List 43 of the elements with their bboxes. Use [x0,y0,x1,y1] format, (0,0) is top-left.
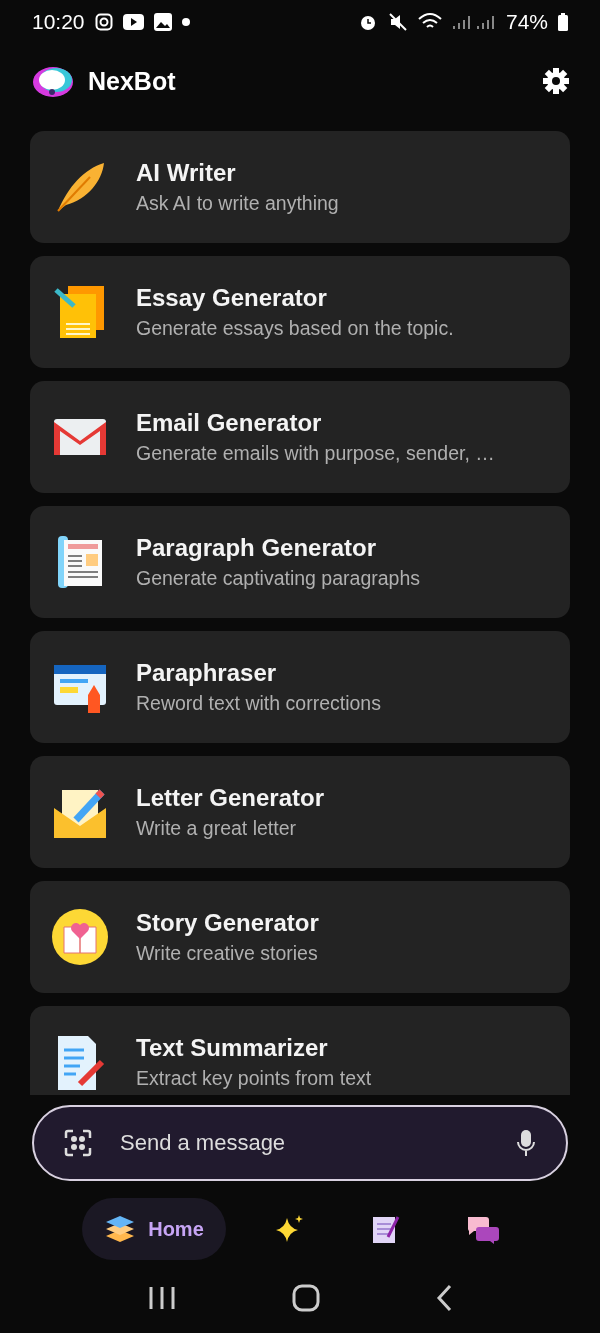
tool-card[interactable]: Paragraph Generator Generate captivating paragraphs [30,506,570,618]
tool-card[interactable]: Essay Generator Generate essays based on the topic. [30,256,570,368]
back-icon[interactable] [436,1284,452,1312]
microphone-icon[interactable] [516,1129,536,1157]
tool-title: Email Generator [136,409,323,437]
tool-card[interactable]: Email Generator Generate emails with purpose, sender, … [30,381,570,493]
tool-description: Extract key points from text [136,1067,372,1090]
tool-card[interactable]: Paraphraser Reword text with corrections [30,631,570,743]
tool-description: Ask AI to write anything [136,192,339,215]
message-bar[interactable]: Send a message [32,1105,568,1181]
tool-description: Generate essays based on the topic. [136,317,454,340]
battery-icon [558,13,568,31]
tool-title: Paragraph Generator [136,534,378,562]
app-title: NexBot [88,66,177,96]
recent-apps-icon[interactable] [148,1285,176,1311]
signal-icon [451,13,496,31]
dot-icon [181,18,190,26]
battery-percent: 74% [505,10,548,34]
status-time: 10:20 [32,10,85,34]
tool-title: Paraphraser [136,659,278,687]
tool-description: Generate emails with purpose, sender, … [136,442,495,465]
settings-icon[interactable] [542,67,570,95]
tool-title: Text Summarizer [136,1034,329,1062]
camera-icon [94,13,113,31]
tool-description: Write a great letter [136,817,298,840]
tool-card[interactable]: AI Writer Ask AI to write anything [30,131,570,243]
mute-icon [387,12,408,32]
tool-description: Write creative stories [136,942,319,965]
home-icon[interactable] [292,1284,320,1312]
nav-tab[interactable]: Home [82,1198,226,1260]
tool-title: Story Generator [136,909,319,937]
tool-card[interactable]: Letter Generator Write a great letter [30,756,570,868]
tool-title: AI Writer [136,159,237,187]
scan-icon[interactable] [64,1129,92,1157]
tool-card[interactable]: Text Summarizer Extract key points from text [30,1006,570,1095]
play-icon [122,14,144,30]
tool-card[interactable]: Story Generator Write creative stories [30,881,570,993]
tool-title: Essay Generator [136,284,328,312]
message-field[interactable]: Send a message [118,1129,490,1157]
tool-title: Letter Generator [136,784,325,812]
image-icon [153,13,172,31]
tool-description: Generate captivating paragraphs [136,567,421,590]
tool-description: Reword text with corrections [136,692,381,715]
